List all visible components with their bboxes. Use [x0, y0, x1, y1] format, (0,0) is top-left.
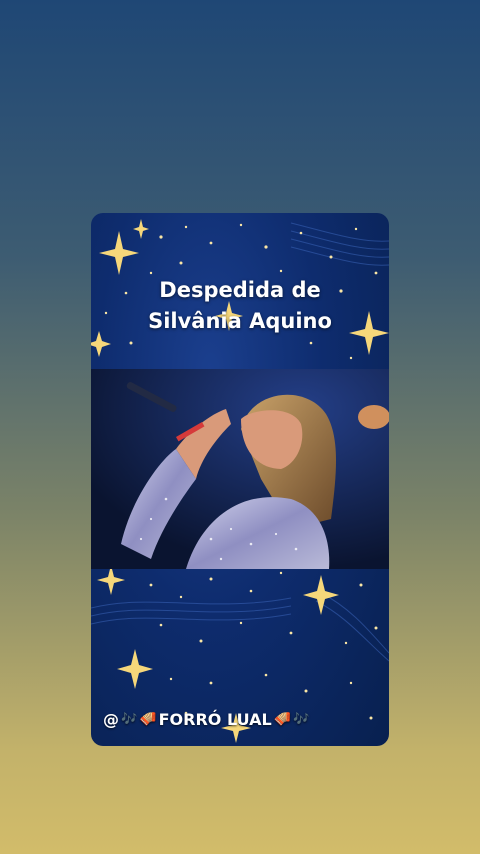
story-card[interactable]: Despedida de Silvânia Aquino @ 🎶 🪗 FORRÓ…	[91, 213, 389, 746]
title-line-1: Despedida de	[159, 278, 321, 302]
music-notes-icon: 🎶	[293, 711, 310, 727]
singer-illustration	[91, 369, 389, 569]
singer-photo	[91, 369, 389, 569]
accordion-icon: 🪗	[273, 711, 292, 727]
music-notes-icon: 🎶	[121, 711, 138, 727]
caption-text: FORRÓ LUAL	[158, 709, 272, 729]
caption-bar: @ 🎶 🪗 FORRÓ LUAL 🪗 🎶	[103, 708, 309, 730]
story-title: Despedida de Silvânia Aquino	[91, 275, 389, 337]
title-line-2: Silvânia Aquino	[148, 309, 332, 333]
accordion-icon: 🪗	[139, 711, 157, 727]
at-symbol: @	[103, 709, 119, 729]
